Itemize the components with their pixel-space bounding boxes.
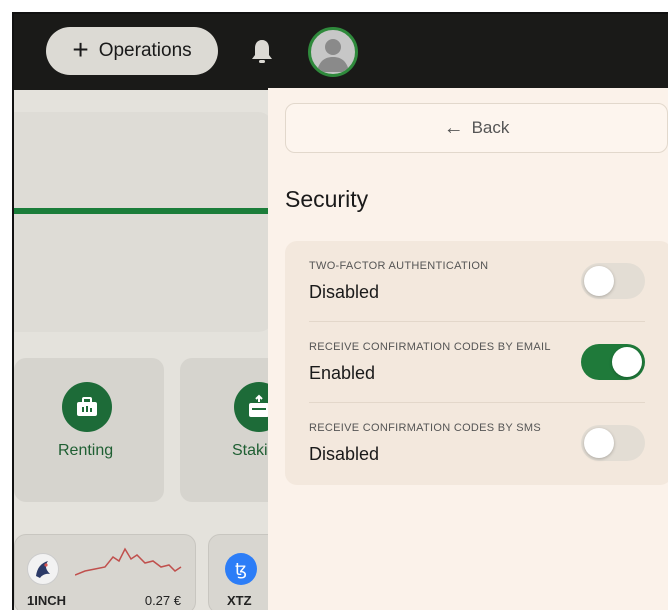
coin-ticker: XTZ <box>227 593 252 608</box>
setting-value: Disabled <box>309 282 380 302</box>
coin-ticker: 1INCH <box>27 593 67 608</box>
setting-label: TWO-FACTOR AUTHENTICATION <box>309 260 489 272</box>
renting-label: Renting <box>58 442 114 459</box>
tezos-logo: ꜩ <box>225 553 257 585</box>
security-panel: ← Back Security TWO-FACTOR AUTHENTICATIO… <box>268 88 668 610</box>
balance-card <box>14 112 274 332</box>
setting-two-factor: TWO-FACTOR AUTHENTICATION Disabled <box>309 241 645 322</box>
renting-tile[interactable]: Renting <box>14 358 164 502</box>
email-codes-toggle[interactable] <box>581 344 645 380</box>
operations-button[interactable]: + Operations <box>46 27 218 75</box>
setting-label: RECEIVE CONFIRMATION CODES BY EMAIL <box>309 341 551 353</box>
back-label: Back <box>471 118 510 137</box>
two-factor-toggle[interactable] <box>581 263 645 299</box>
setting-value: Disabled <box>309 444 380 464</box>
balance-chart-line <box>14 208 274 214</box>
staking-label: Staki <box>232 442 268 459</box>
operations-label: Operations <box>98 40 192 61</box>
arrow-left-icon: ← <box>443 116 464 139</box>
toggle-knob <box>584 428 614 458</box>
toggle-knob <box>612 347 642 377</box>
1inch-logo <box>27 553 59 585</box>
app-window: + Operations Renting Staki 1INCH 0.27 € … <box>12 12 668 610</box>
coin-price: 0.27 € <box>144 593 181 608</box>
coin-card-1inch[interactable]: 1INCH 0.27 € <box>14 534 196 610</box>
1inch-sparkline <box>75 547 182 576</box>
setting-sms-codes: RECEIVE CONFIRMATION CODES BY SMS Disabl… <box>309 403 645 484</box>
page-title: Security <box>285 186 369 212</box>
sms-codes-toggle[interactable] <box>581 425 645 461</box>
top-bar: + Operations <box>14 14 668 90</box>
setting-email-codes: RECEIVE CONFIRMATION CODES BY EMAIL Enab… <box>309 322 645 403</box>
security-settings-card: TWO-FACTOR AUTHENTICATION Disabled RECEI… <box>285 241 668 485</box>
back-button[interactable]: ← Back <box>285 103 668 153</box>
bell-icon[interactable] <box>250 38 274 66</box>
user-avatar-icon[interactable] <box>308 27 358 77</box>
setting-value: Enabled <box>309 363 376 383</box>
plus-icon: + <box>72 34 89 65</box>
setting-label: RECEIVE CONFIRMATION CODES BY SMS <box>309 422 541 434</box>
toggle-knob <box>584 266 614 296</box>
svg-text:ꜩ: ꜩ <box>235 560 247 580</box>
briefcase-icon <box>62 382 112 432</box>
